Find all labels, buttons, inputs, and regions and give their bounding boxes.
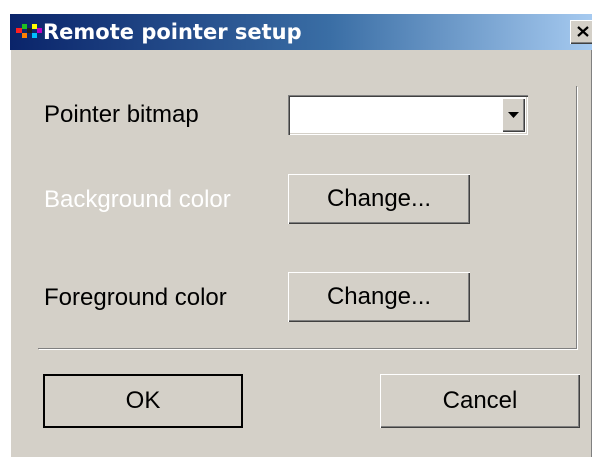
pointer-bitmap-value — [294, 101, 494, 129]
pointer-bitmap-select[interactable] — [288, 95, 528, 135]
foreground-color-change-button[interactable]: Change... — [288, 272, 470, 322]
close-button[interactable] — [570, 20, 592, 44]
cancel-button[interactable]: Cancel — [380, 374, 580, 428]
chevron-down-icon — [508, 112, 519, 118]
background-color-label: Background color — [44, 186, 231, 213]
pointer-bitmap-label: Pointer bitmap — [44, 101, 199, 128]
close-icon — [577, 26, 589, 37]
ok-button[interactable]: OK — [43, 374, 243, 428]
title-bar[interactable]: Remote pointer setup — [10, 14, 592, 50]
foreground-color-label: Foreground color — [44, 284, 227, 311]
background-color-change-button[interactable]: Change... — [288, 174, 470, 224]
window-title: Remote pointer setup — [43, 20, 302, 44]
remote-pointer-setup-dialog: Remote pointer setup Pointer bitmap Back… — [10, 14, 592, 457]
remote-pointer-app-icon — [16, 24, 42, 38]
pointer-bitmap-dropdown-button[interactable] — [502, 98, 525, 132]
